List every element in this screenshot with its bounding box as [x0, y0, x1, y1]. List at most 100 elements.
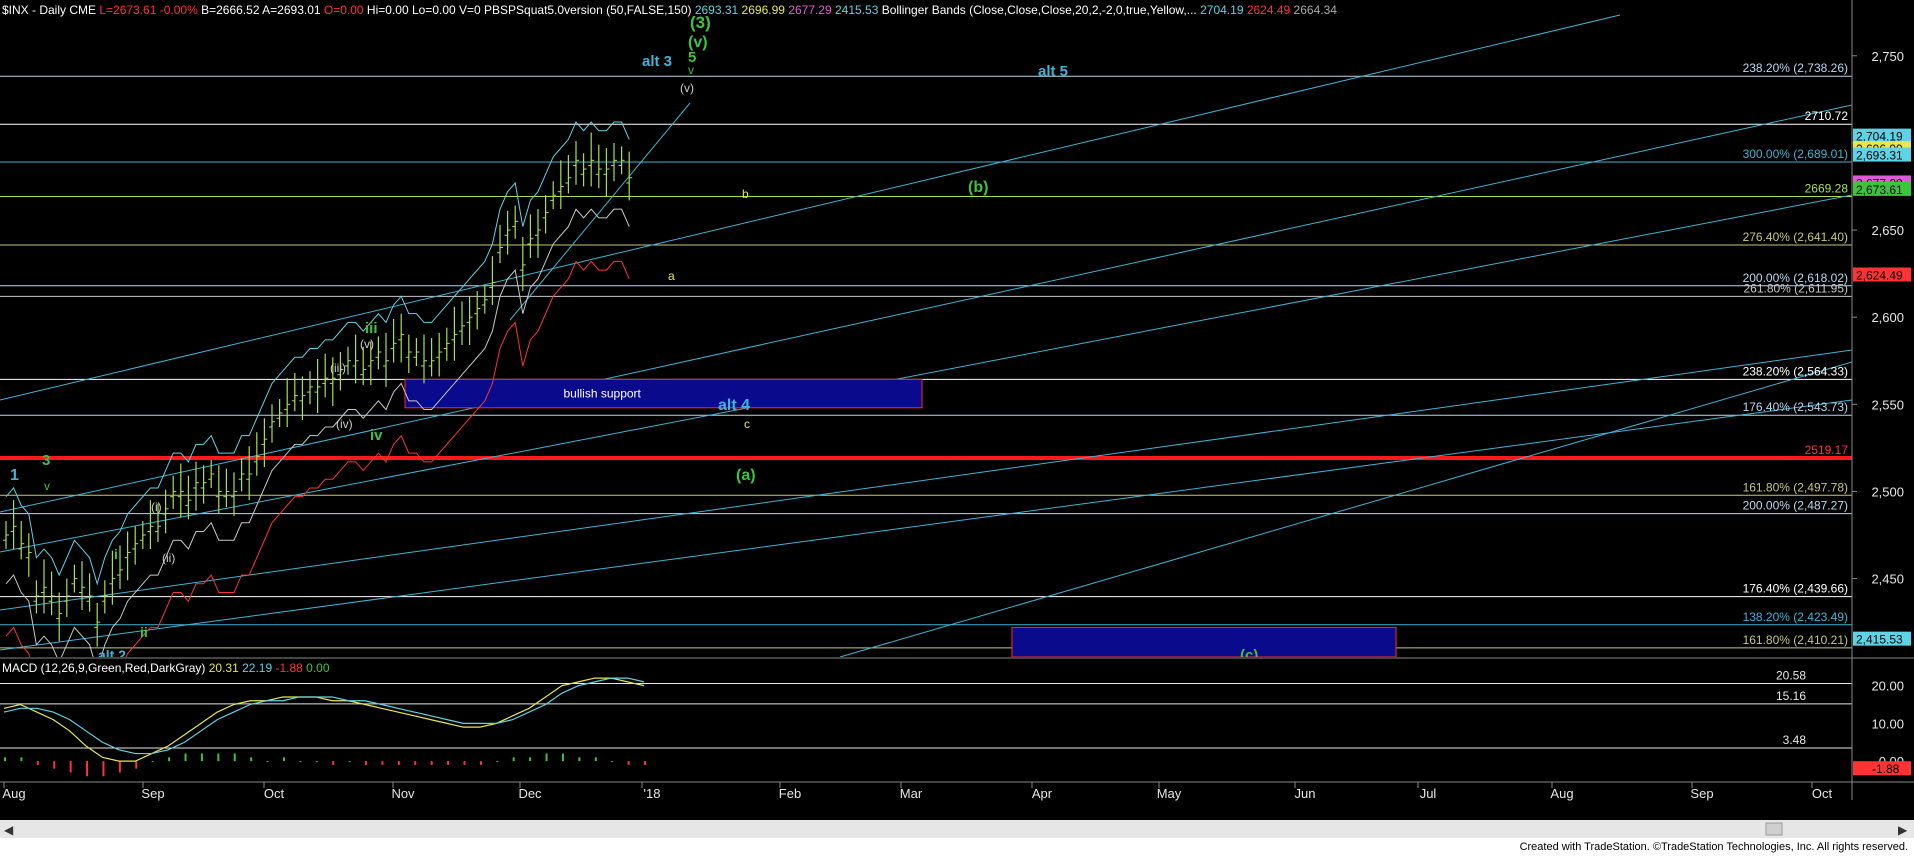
macd-level-label: 15.16 [1776, 689, 1806, 703]
macd-hist-bar [4, 757, 6, 762]
wave-label: alt 5 [1038, 63, 1068, 80]
header-item: Lo=0.00 [409, 3, 456, 17]
header-item: O=0.00 [321, 3, 364, 17]
header-item: 2415.53 [832, 3, 879, 17]
macd-hist-bar [102, 761, 105, 777]
wave-label: c [744, 417, 750, 431]
x-tick-label: May [1157, 786, 1182, 801]
x-tick-label: Aug [2, 786, 25, 801]
macd-hist-bar [594, 757, 597, 762]
wave-label: v [44, 479, 50, 493]
x-tick-label: '18 [644, 786, 661, 801]
header-item: 2677.29 [785, 3, 832, 17]
wave-label: (iv) [336, 417, 353, 431]
macd-hist-bar [135, 761, 138, 769]
fib-label: 2669.28 [1805, 181, 1849, 195]
macd-hist-bar [479, 761, 482, 765]
macd-hist-bar [53, 761, 56, 769]
x-tick-label: Oct [1812, 786, 1833, 801]
macd-hist-bar [168, 757, 171, 762]
fib-label: 138.20% (2,423.49) [1743, 610, 1848, 624]
wave-label: (iii) [330, 361, 346, 375]
zone-label: bullish support [564, 387, 642, 401]
target-zone [1011, 626, 1397, 657]
macd-hist-bar [20, 757, 23, 762]
wave-label: (ii) [162, 551, 175, 565]
fib-label: 238.20% (2,564.33) [1743, 364, 1848, 378]
header-item: Hi=0.00 [364, 3, 409, 17]
wave-label: iii [365, 320, 378, 337]
macd-hist-bar [447, 761, 450, 765]
chart-header: $INX - Daily CME L=2673.61 -0.00% B=2666… [2, 3, 1337, 17]
scrollbar-thumb[interactable] [1765, 822, 1783, 836]
wave-label: b [742, 187, 749, 201]
horizontal-scrollbar[interactable] [0, 820, 1914, 838]
macd-hist-bar [250, 757, 253, 762]
macd-hist-bar [561, 753, 564, 762]
macd-hist-bar [414, 761, 417, 765]
price-tag-label: 2,415.53 [1856, 633, 1903, 647]
wave-label: iv [370, 427, 383, 444]
y-tick-label: 2,600 [1871, 310, 1904, 325]
macd-hist-bar [545, 753, 548, 762]
macd-hist-bar [332, 761, 335, 765]
wave-label: (b) [968, 179, 988, 196]
wave-label: (3) [690, 13, 711, 32]
header-item: $INX - Daily CME [2, 3, 96, 17]
macd-tick-label: 10.00 [1871, 716, 1904, 731]
tradestation-chart: $INX - Daily CME L=2673.61 -0.00% B=2666… [0, 0, 1914, 856]
wave-label: ii [140, 624, 148, 640]
scroll-left-icon[interactable]: ◀ [4, 823, 14, 837]
wave-label: a [668, 269, 675, 283]
header-item: 2696.99 [738, 3, 785, 17]
fib-label: 161.80% (2,410.21) [1743, 633, 1848, 647]
x-tick-label: Aug [1550, 786, 1573, 801]
macd-hist-bar [365, 761, 368, 765]
y-tick-label: 2,450 [1871, 572, 1904, 587]
macd-hist-bar [233, 753, 236, 762]
macd-hist-bar [512, 757, 515, 762]
macd-hist-bar [36, 761, 39, 765]
macd-hist-bar [463, 761, 466, 765]
wave-label: v [688, 63, 694, 77]
wave-label: i [114, 546, 118, 562]
y-tick-label: 2,650 [1871, 223, 1904, 238]
x-tick-label: Sep [141, 786, 164, 801]
macd-hist-bar [282, 757, 285, 762]
header-item: PBSPSquat5.0version (50,FALSE,150) [481, 3, 692, 17]
fib-label: 238.20% (2,738.26) [1743, 61, 1848, 75]
header-item: 2624.49 [1244, 3, 1291, 17]
header-item: -1.88 [272, 661, 303, 675]
macd-hist-bar [217, 753, 220, 762]
macd-hist-bar [315, 761, 318, 763]
wave-label: (i) [151, 500, 162, 514]
wave-label: 1 [10, 467, 19, 484]
macd-level-label: 20.58 [1776, 668, 1806, 682]
macd-hist-bar [184, 753, 187, 762]
macd-hist-bar [397, 761, 400, 765]
macd-hist-bar [299, 761, 302, 763]
macd-tick-label: 20.00 [1871, 679, 1904, 694]
header-item: 2664.34 [1290, 3, 1337, 17]
header-item: Bollinger Bands (Close,Close,Close,20,2,… [878, 3, 1196, 17]
price-tag-label: 2,624.49 [1856, 268, 1903, 282]
macd-hist-bar [348, 761, 351, 763]
header-item: A=2693.01 [260, 3, 321, 17]
x-tick-label: Jul [1420, 786, 1437, 801]
macd-hist-bar [118, 761, 121, 773]
macd-hist-bar [151, 761, 154, 763]
macd-hist-bar [430, 761, 433, 765]
macd-hist-bar [496, 761, 499, 763]
macd-level-label: 3.48 [1783, 733, 1807, 747]
macd-header: MACD (12,26,9,Green,Red,DarkGray) 20.31 … [2, 661, 330, 675]
price-tag-label: 2,673.61 [1856, 183, 1903, 197]
scroll-right-icon[interactable]: ▶ [1898, 823, 1908, 837]
x-tick-label: Dec [518, 786, 542, 801]
macd-hist-bar [266, 761, 269, 763]
x-tick-label: Feb [779, 786, 801, 801]
fib-label: 2710.72 [1805, 109, 1849, 123]
fib-label: 300.00% (2,689.01) [1743, 147, 1848, 161]
fib-label: 276.40% (2,641.40) [1743, 230, 1848, 244]
wave-label: alt 4 [718, 397, 750, 414]
wave-label: (v) [680, 81, 694, 95]
